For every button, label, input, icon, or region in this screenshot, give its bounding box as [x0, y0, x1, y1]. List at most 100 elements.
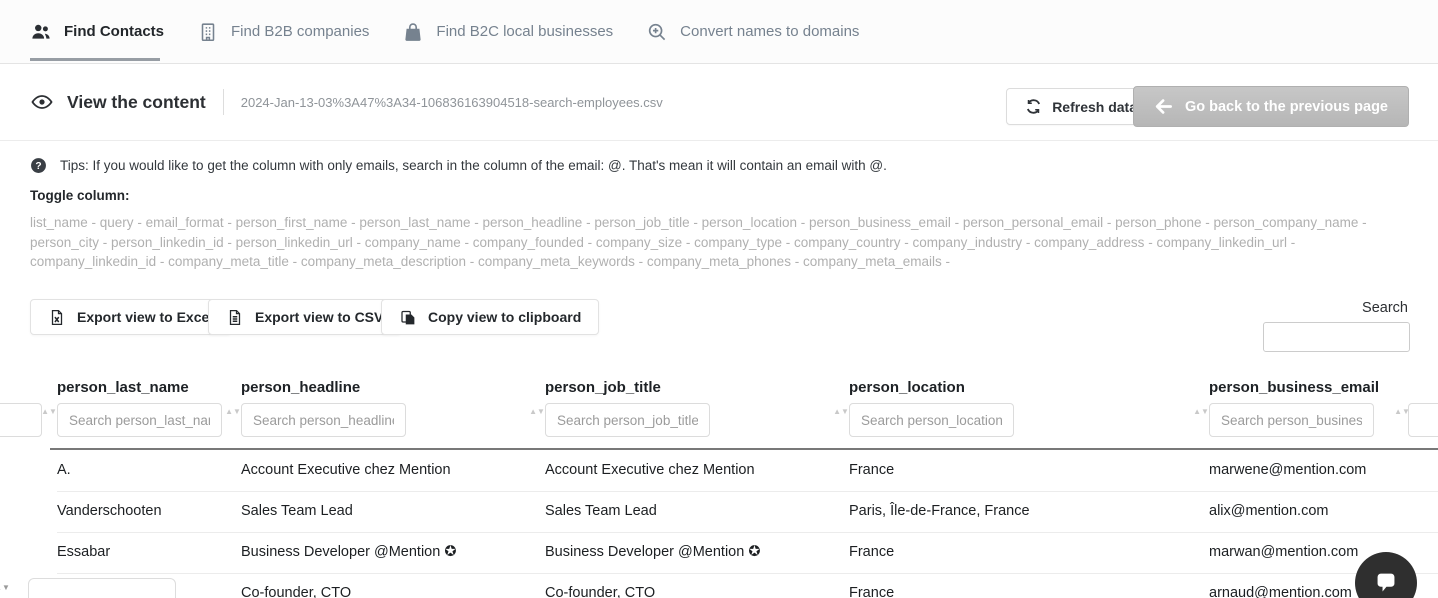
search-label: Search: [1362, 300, 1408, 316]
row-separator: [57, 532, 1438, 533]
export-csv-label: Export view to CSV: [255, 309, 383, 325]
toggle-column-link[interactable]: person_business_email: [809, 215, 951, 230]
column-header-person_location[interactable]: person_location: [849, 379, 965, 396]
filter-input-partial[interactable]: [1408, 403, 1438, 437]
back-label: Go back to the previous page: [1185, 99, 1388, 115]
toggle-column-link[interactable]: company_size: [596, 235, 682, 250]
toggle-column-link[interactable]: company_meta_emails: [803, 254, 942, 269]
toggle-column-link[interactable]: company_name: [365, 235, 461, 250]
cell-person_last_name: Essabar: [57, 544, 110, 560]
sort-icon[interactable]: ▲▼: [44, 408, 54, 416]
toggle-columns: list_name - query - email_format - perso…: [30, 213, 1375, 272]
divider: [223, 89, 224, 115]
toggle-column-link[interactable]: company_industry: [913, 235, 1023, 250]
filter-person_headline-input[interactable]: [241, 403, 406, 437]
toggle-column-link[interactable]: person_linkedin_url: [236, 235, 353, 250]
filter-person_job_title-input[interactable]: [545, 403, 710, 437]
filter-person_last_name-input[interactable]: [57, 403, 222, 437]
copy-clipboard-button[interactable]: Copy view to clipboard: [381, 299, 599, 335]
toggle-column-link[interactable]: company_address: [1034, 235, 1144, 250]
row-separator: [57, 491, 1438, 492]
column-header-person_business_email[interactable]: person_business_email: [1209, 379, 1379, 396]
page-title: View the content: [67, 92, 206, 113]
cell-person_headline: Business Developer @Mention ✪: [241, 544, 456, 560]
sort-icon[interactable]: ▲▼: [228, 408, 238, 416]
toggle-column-link[interactable]: person_linkedin_id: [111, 235, 224, 250]
sort-icon[interactable]: ▲▼: [0, 584, 7, 592]
toggle-column-link[interactable]: query: [100, 215, 134, 230]
export-excel-label: Export view to Excel: [77, 309, 213, 325]
footer-filter-input-partial[interactable]: [28, 578, 176, 598]
filter-person_business_email-input[interactable]: [1209, 403, 1374, 437]
sort-icon[interactable]: ▲▼: [836, 408, 846, 416]
toggle-column-link[interactable]: person_city: [30, 235, 99, 250]
export-excel-button[interactable]: Export view to Excel: [30, 299, 231, 335]
toggle-column-link[interactable]: company_meta_title: [168, 254, 289, 269]
toggle-column-link[interactable]: company_meta_description: [301, 254, 466, 269]
top-nav: Find Contacts Find B2B companies Find B2…: [0, 0, 1438, 64]
sort-icon[interactable]: ▲▼: [1397, 408, 1407, 416]
view-title: View the content 2024-Jan-13-03%3A47%3A3…: [30, 89, 663, 115]
tab-label: Find Contacts: [64, 23, 164, 40]
toggle-column-label: Toggle column:: [30, 188, 130, 203]
toggle-column-link[interactable]: company_linkedin_id: [30, 254, 156, 269]
copy-clipboard-label: Copy view to clipboard: [428, 309, 581, 325]
toggle-column-link[interactable]: person_phone: [1115, 215, 1201, 230]
filter-input-partial[interactable]: [0, 403, 42, 437]
table-top-border: [50, 448, 1438, 450]
cell-person_headline: Account Executive chez Mention: [241, 462, 451, 478]
column-header-person_last_name[interactable]: person_last_name: [57, 379, 189, 396]
arrow-left-icon: [1154, 97, 1173, 116]
column-header-person_headline[interactable]: person_headline: [241, 379, 360, 396]
cell-person_location: Paris, Île-de-France, France: [849, 503, 1030, 519]
filter-person_location-input[interactable]: [849, 403, 1014, 437]
toggle-column-link[interactable]: company_linkedin_url: [1156, 235, 1287, 250]
toggle-column-link[interactable]: list_name: [30, 215, 88, 230]
toggle-column-link[interactable]: company_type: [694, 235, 782, 250]
excel-file-icon: [48, 308, 66, 327]
tab-convert-names-to-domains[interactable]: Convert names to domains: [646, 0, 859, 64]
cell-person_business_email: arnaud@mention.com: [1209, 585, 1352, 598]
toggle-column-link[interactable]: company_founded: [473, 235, 584, 250]
users-icon: [30, 21, 52, 43]
building-icon: [197, 21, 219, 43]
tab-find-b2b-companies[interactable]: Find B2B companies: [197, 0, 369, 64]
column-header-person_job_title[interactable]: person_job_title: [545, 379, 661, 396]
sort-icon[interactable]: ▲▼: [532, 408, 542, 416]
toggle-column-link[interactable]: company_country: [794, 235, 901, 250]
toggle-column-link[interactable]: person_job_title: [594, 215, 689, 230]
toggle-column-link[interactable]: email_format: [146, 215, 224, 230]
toggle-column-link[interactable]: person_company_name: [1214, 215, 1359, 230]
csv-filename: 2024-Jan-13-03%3A47%3A34-106836163904518…: [241, 95, 663, 110]
go-back-button[interactable]: Go back to the previous page: [1133, 86, 1409, 127]
cell-person_location: France: [849, 585, 894, 598]
toggle-column-link[interactable]: person_headline: [482, 215, 582, 230]
toggle-column-link[interactable]: company_meta_phones: [647, 254, 791, 269]
toggle-column-link[interactable]: person_first_name: [236, 215, 348, 230]
cell-person_job_title: Business Developer @Mention ✪: [545, 544, 760, 560]
eye-icon: [30, 90, 54, 114]
svg-text:?: ?: [35, 161, 41, 172]
refresh-label: Refresh data: [1052, 99, 1137, 115]
export-csv-button[interactable]: Export view to CSV: [208, 299, 401, 335]
page-header: View the content 2024-Jan-13-03%3A47%3A3…: [0, 65, 1438, 141]
tips-bar: ? Tips: If you would like to get the col…: [30, 157, 887, 174]
chat-bubble-icon: [1371, 568, 1401, 598]
csv-file-icon: [226, 308, 244, 327]
cell-person_location: France: [849, 462, 894, 478]
clipboard-copy-icon: [399, 308, 417, 327]
toggle-column-link[interactable]: company_meta_keywords: [478, 254, 635, 269]
global-search-input[interactable]: [1263, 322, 1410, 352]
toggle-column-link[interactable]: person_last_name: [359, 215, 470, 230]
tab-label: Find B2C local businesses: [436, 23, 613, 40]
question-circle-icon: ?: [30, 157, 47, 174]
toggle-column-link[interactable]: person_personal_email: [963, 215, 1103, 230]
page: Find Contacts Find B2B companies Find B2…: [0, 0, 1438, 598]
cell-person_last_name: A.: [57, 462, 71, 478]
refresh-icon: [1025, 98, 1042, 115]
zoom-in-icon: [646, 21, 668, 43]
tab-find-b2c-local-businesses[interactable]: Find B2C local businesses: [402, 0, 613, 64]
tab-find-contacts[interactable]: Find Contacts: [30, 0, 164, 64]
sort-icon[interactable]: ▲▼: [1196, 408, 1206, 416]
toggle-column-link[interactable]: person_location: [702, 215, 797, 230]
